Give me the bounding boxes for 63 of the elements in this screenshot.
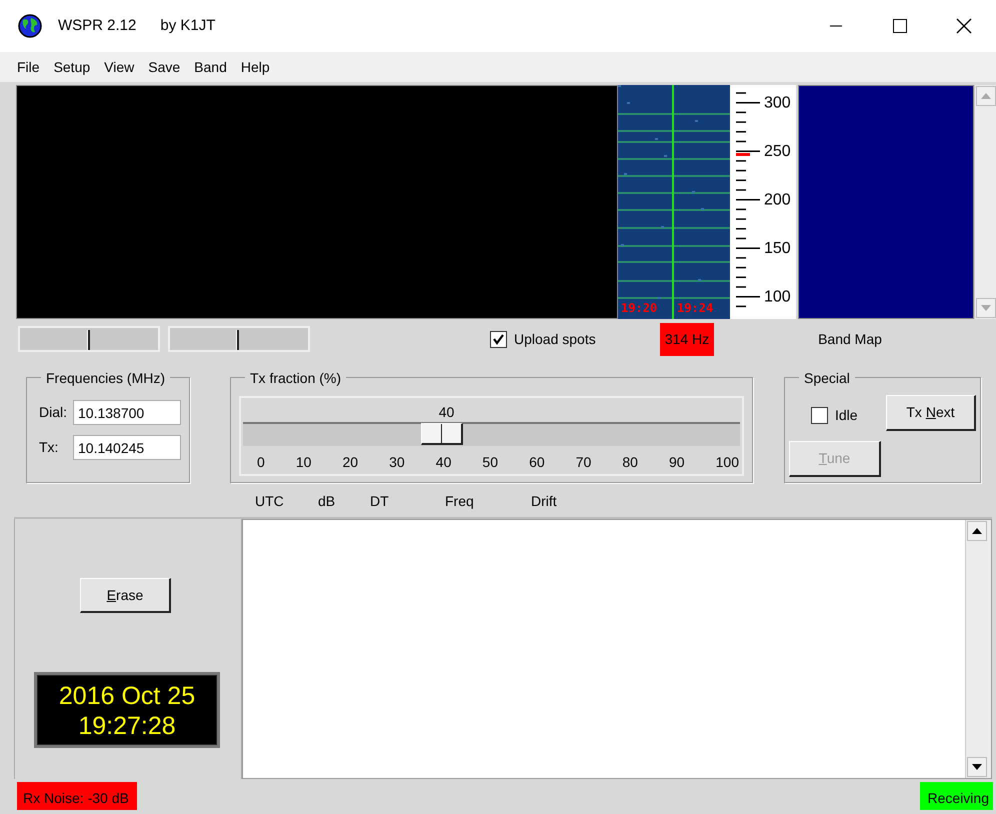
input-field[interactable]: 10.138700 <box>73 400 181 425</box>
slider-thumb[interactable] <box>87 330 90 350</box>
slider-thumb[interactable] <box>236 330 239 350</box>
scale-label: 150 <box>764 240 791 258</box>
time-label: 19:20 <box>621 300 658 317</box>
up-arrow-icon <box>972 528 982 534</box>
scale-label: 100 <box>764 288 791 306</box>
clock-date: 2016 Oct 25 <box>58 681 196 711</box>
tick-label: 50 <box>482 453 498 472</box>
tick-label: 30 <box>389 453 405 472</box>
tick-label: 90 <box>668 453 685 472</box>
scale-label: 300 <box>764 94 791 112</box>
window-title: WSPR 2.12 <box>58 16 136 36</box>
tick-label: 0 <box>257 453 265 472</box>
band-map-label: Band Map <box>818 330 882 349</box>
special-button[interactable]: Tx Next <box>886 395 976 431</box>
menu-item[interactable]: Setup <box>46 56 98 78</box>
scale-label: 250 <box>764 143 791 160</box>
tick-label: 60 <box>529 453 545 472</box>
menu-item[interactable]: View <box>97 56 142 78</box>
checkbox[interactable] <box>811 407 828 424</box>
window-subtitle: by K1JT <box>160 16 216 36</box>
menu-item[interactable]: Help <box>234 56 277 78</box>
menu-item[interactable]: Save <box>141 56 188 78</box>
checkbox-label: Upload spots <box>514 330 596 349</box>
column-header: UTC <box>255 492 284 511</box>
slider[interactable] <box>18 326 160 352</box>
input-field[interactable]: 10.140245 <box>73 435 181 460</box>
scroll-down-button[interactable] <box>967 757 987 777</box>
checkbox-label: Idle <box>835 406 858 425</box>
field-label: Dial: <box>39 403 68 422</box>
column-header: Drift <box>531 492 557 511</box>
time-label: 19:24 <box>677 300 714 317</box>
column-header: Freq <box>445 492 474 511</box>
tick-label: 10 <box>296 453 312 472</box>
close-icon[interactable] <box>956 18 972 34</box>
offset-readout: 314 Hz <box>660 322 714 356</box>
down-arrow-icon <box>981 305 991 311</box>
clock-time: 19:27:28 <box>77 711 177 741</box>
up-arrow-icon <box>981 93 991 99</box>
status-indicator: Receiving <box>920 782 993 810</box>
scroll-up-button[interactable] <box>967 521 987 541</box>
column-header: DT <box>370 492 389 511</box>
column-header: dB <box>318 492 336 511</box>
tx-fraction-slider[interactable] <box>243 422 740 446</box>
menu-item[interactable]: File <box>10 56 47 78</box>
scale-label: 200 <box>764 192 791 209</box>
globe-icon <box>18 14 42 38</box>
field-label: Tx: <box>39 438 60 457</box>
tick-label: 70 <box>576 453 592 472</box>
minimize-icon[interactable] <box>830 25 842 27</box>
noise-indicator: Rx Noise: -30 dB <box>17 782 137 810</box>
tick-label: 100 <box>716 453 739 472</box>
erase-button[interactable]: Erase <box>80 578 171 613</box>
checkbox[interactable] <box>490 330 507 348</box>
slider[interactable] <box>168 326 310 352</box>
maximize-icon[interactable] <box>893 19 907 33</box>
tick-label: 20 <box>342 453 358 472</box>
tick-label: 40 <box>436 453 452 472</box>
menu-item[interactable]: Band <box>187 56 234 78</box>
slider-reading: 40 <box>438 404 454 420</box>
tick-label: 80 <box>622 453 638 472</box>
down-arrow-icon <box>972 764 982 770</box>
